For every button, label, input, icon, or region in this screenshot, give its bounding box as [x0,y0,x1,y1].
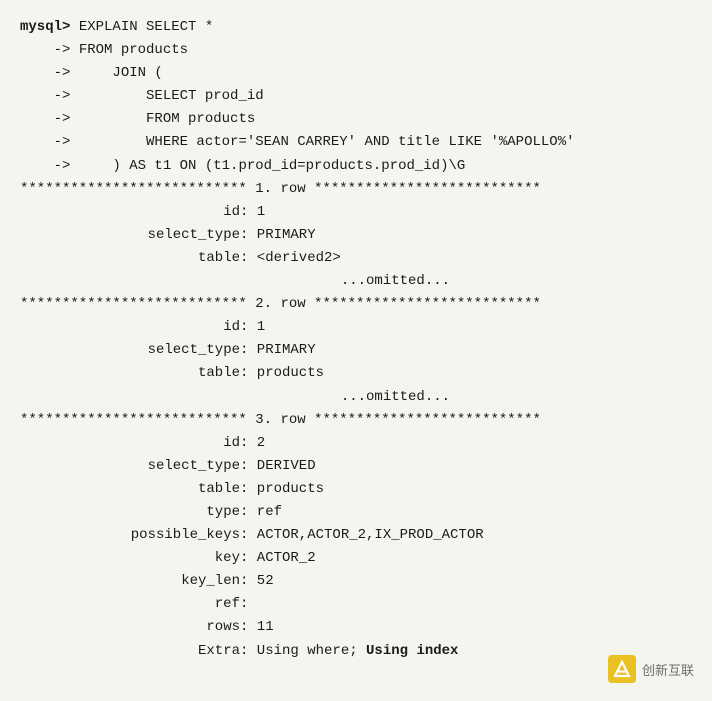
row1-select-type: select_type: PRIMARY [20,224,692,247]
row3-key: key: ACTOR_2 [20,547,692,570]
prompt-3: -> [20,62,79,85]
row3-extra: Extra: Using where; Using index [20,640,692,663]
row3-possible-keys: possible_keys: ACTOR,ACTOR_2,IX_PROD_ACT… [20,524,692,547]
query-text-3: JOIN ( [79,62,163,85]
row1-id: id: 1 [20,201,692,224]
query-text-1: EXPLAIN SELECT * [79,16,213,39]
row3-table: table: products [20,478,692,501]
prompt-1: mysql> [20,16,79,39]
separator-row3: *************************** 3. row *****… [20,409,692,432]
query-text-4: SELECT prod_id [79,85,264,108]
query-line-7: -> ) AS t1 ON (t1.prod_id=products.prod_… [20,155,692,178]
query-line-4: -> SELECT prod_id [20,85,692,108]
row1-omitted: ...omitted... [20,270,692,293]
row3-type: type: ref [20,501,692,524]
watermark-label: 创新互联 [642,660,694,679]
row3-id: id: 2 [20,432,692,455]
row2-table: table: products [20,362,692,385]
query-line-5: -> FROM products [20,108,692,131]
prompt-5: -> [20,108,79,131]
watermark-logo-icon [608,655,636,683]
watermark: 创新互联 [608,655,694,683]
prompt-7: -> [20,155,79,178]
query-line-1: mysql> EXPLAIN SELECT * [20,16,692,39]
row2-id: id: 1 [20,316,692,339]
row2-omitted: ...omitted... [20,386,692,409]
row3-rows: rows: 11 [20,616,692,639]
row3-key-len: key_len: 52 [20,570,692,593]
query-line-6: -> WHERE actor='SEAN CARREY' AND title L… [20,131,692,154]
query-line-2: -> FROM products [20,39,692,62]
prompt-4: -> [20,85,79,108]
row1-table: table: <derived2> [20,247,692,270]
separator-row2: *************************** 2. row *****… [20,293,692,316]
query-text-5: FROM products [79,108,255,131]
prompt-6: -> [20,131,79,154]
row2-select-type: select_type: PRIMARY [20,339,692,362]
separator-row1: *************************** 1. row *****… [20,178,692,201]
query-line-3: -> JOIN ( [20,62,692,85]
row3-ref: ref: [20,593,692,616]
row3-select-type: select_type: DERIVED [20,455,692,478]
prompt-2: -> [20,39,79,62]
query-text-6: WHERE actor='SEAN CARREY' AND title LIKE… [79,131,575,154]
query-text-7: ) AS t1 ON (t1.prod_id=products.prod_id)… [79,155,465,178]
terminal: mysql> EXPLAIN SELECT * -> FROM products… [20,16,692,663]
query-text-2: FROM products [79,39,188,62]
